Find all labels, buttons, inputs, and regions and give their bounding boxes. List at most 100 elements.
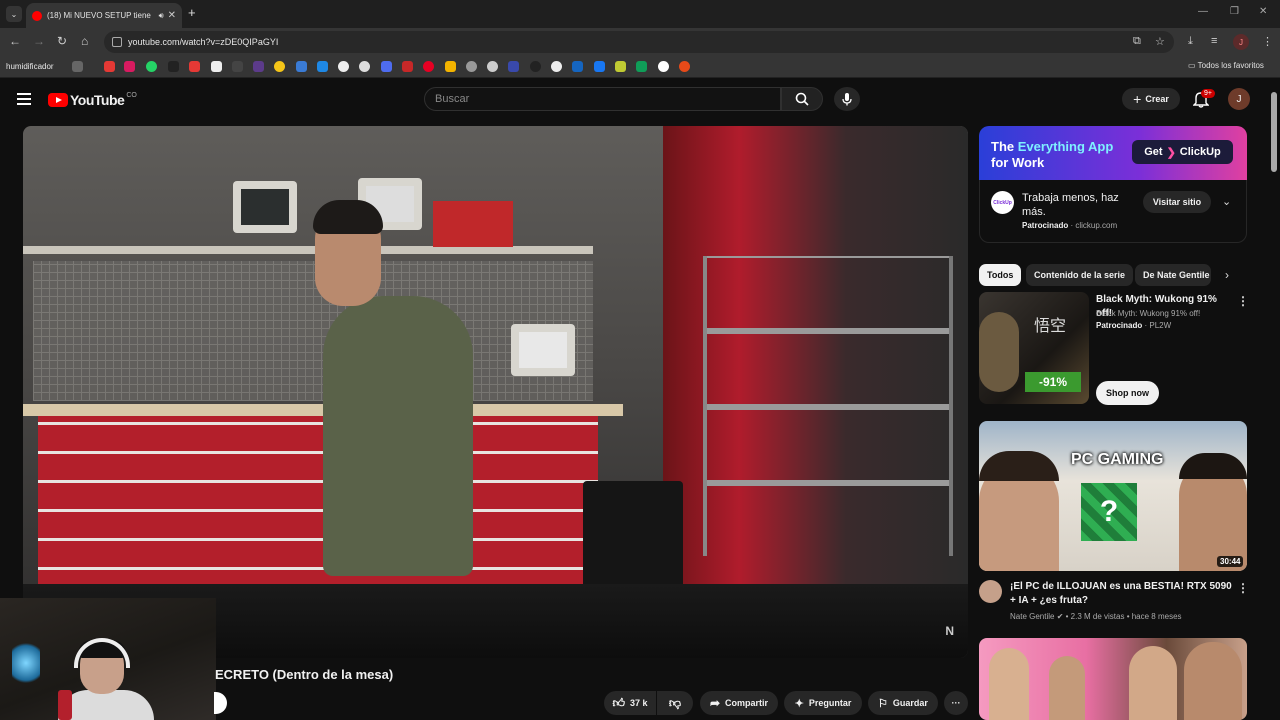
bookmark-humidificador[interactable]: humidificador xyxy=(6,62,54,71)
thumb-person xyxy=(1184,642,1242,720)
wukong-title-art: 悟空 xyxy=(1034,316,1067,335)
bookmark-icon[interactable] xyxy=(551,61,562,72)
bookmark-icon[interactable] xyxy=(508,61,519,72)
bookmark-icon[interactable] xyxy=(168,61,179,72)
thumb-person-right-hair xyxy=(1179,453,1247,479)
bookmark-icon[interactable] xyxy=(445,61,456,72)
chip-de-nate-gentile[interactable]: De Nate Gentile xyxy=(1135,264,1211,286)
rec-subtitle: Black Myth: Wukong 91% off! xyxy=(1096,309,1201,318)
new-tab-button[interactable]: + xyxy=(188,5,196,20)
rec-thumbnail[interactable] xyxy=(979,638,1247,720)
bookmark-icon[interactable] xyxy=(211,61,222,72)
bookmark-icon[interactable] xyxy=(104,61,115,72)
account-avatar[interactable]: J xyxy=(1228,88,1250,110)
search-button[interactable] xyxy=(781,87,823,111)
microphone-icon xyxy=(842,93,852,106)
tab-list-button[interactable]: ⌄ xyxy=(6,6,22,22)
dislike-button[interactable]: 👎︎ xyxy=(657,691,693,715)
shop-now-button[interactable]: Shop now xyxy=(1096,381,1159,405)
channel-avatar[interactable] xyxy=(979,580,1002,603)
media-icon[interactable]: ≡ xyxy=(1211,35,1217,47)
bookmark-save-icon: ⚐ xyxy=(878,697,888,710)
back-icon[interactable]: ← xyxy=(9,34,21,48)
notification-badge: 9+ xyxy=(1201,89,1215,98)
bookmark-icon[interactable] xyxy=(658,61,669,72)
share-button[interactable]: ➦ Compartir xyxy=(700,691,778,715)
download-icon[interactable]: ⤓ xyxy=(1188,35,1193,48)
bookmark-icon[interactable] xyxy=(338,61,349,72)
window-close-icon[interactable]: ✕ xyxy=(1259,6,1267,17)
bookmark-icon[interactable] xyxy=(381,61,392,72)
bookmark-icon[interactable] xyxy=(615,61,626,72)
chip-todos[interactable]: Todos xyxy=(979,264,1022,286)
youtube-favicon-icon xyxy=(32,10,42,21)
forward-icon[interactable]: → xyxy=(33,34,45,48)
video-scene-drawers xyxy=(38,416,598,596)
bookmark-icon[interactable] xyxy=(487,61,498,72)
bookmark-icon[interactable] xyxy=(189,61,200,72)
youtube-logo[interactable]: YouTube CO xyxy=(48,92,137,108)
browser-profile-avatar[interactable]: J xyxy=(1233,34,1249,50)
bookmark-icon[interactable] xyxy=(402,61,413,72)
bookmark-icon[interactable] xyxy=(359,61,370,72)
bookmark-icon[interactable] xyxy=(423,61,434,72)
minimize-icon[interactable]: — xyxy=(1198,6,1208,17)
bookmark-star-icon[interactable]: ☆ xyxy=(1155,35,1165,48)
bookmark-icon[interactable] xyxy=(636,61,647,72)
all-bookmarks-folder[interactable]: ▭ Todos los favoritos xyxy=(1188,61,1264,70)
rec-thumbnail[interactable]: PC GAMING ? xyxy=(979,421,1247,571)
restore-icon[interactable]: ❐ xyxy=(1230,6,1239,17)
chevron-down-icon[interactable]: ⌄ xyxy=(1222,195,1231,208)
bookmark-icon[interactable] xyxy=(124,61,135,72)
rec-more-icon[interactable]: ⋮ xyxy=(1237,294,1249,308)
ad-get-clickup-button[interactable]: Get ❯ ClickUp xyxy=(1132,140,1233,164)
ask-button[interactable]: ✦ Preguntar xyxy=(784,691,862,715)
video-scene-monitor xyxy=(511,324,575,376)
bookmark-icon[interactable] xyxy=(296,61,307,72)
save-button[interactable]: ⚐ Guardar xyxy=(868,691,938,715)
bookmark-icon[interactable] xyxy=(466,61,477,72)
more-actions-button[interactable]: ··· xyxy=(944,691,968,715)
browser-tab[interactable]: (18) Mi NUEVO SETUP tiene 🔊︎ ✕ xyxy=(26,3,182,28)
video-player[interactable]: N xyxy=(23,126,968,658)
close-tab-icon[interactable]: ✕ xyxy=(168,10,176,21)
create-button[interactable]: + Crear xyxy=(1122,88,1180,110)
bookmark-icon[interactable] xyxy=(274,61,285,72)
speaker-icon[interactable]: 🔊︎ xyxy=(159,11,164,21)
home-icon[interactable]: ⌂ xyxy=(81,34,88,48)
browser-menu-icon[interactable]: ⋮ xyxy=(1262,35,1273,48)
bookmark-icon[interactable] xyxy=(679,61,690,72)
guide-menu-icon[interactable] xyxy=(17,93,31,105)
plus-icon: + xyxy=(1133,91,1142,107)
bookmark-icon[interactable] xyxy=(594,61,605,72)
like-button[interactable]: 👍︎ 37 k xyxy=(604,691,656,715)
bookmark-icon[interactable] xyxy=(232,61,243,72)
bookmark-icon[interactable] xyxy=(146,61,157,72)
reload-icon[interactable]: ↻ xyxy=(57,34,67,48)
video-title: ECRETO (Dentro de la mesa) xyxy=(215,667,394,682)
video-scene-case xyxy=(583,481,683,591)
chip-contenido-serie[interactable]: Contenido de la serie xyxy=(1026,264,1134,286)
address-bar[interactable]: youtube.com/watch?v=zDE0QIPaGYI xyxy=(104,31,1174,53)
video-scene-grid xyxy=(33,261,593,401)
page-scrollbar[interactable] xyxy=(1271,92,1277,172)
url-text: youtube.com/watch?v=zDE0QIPaGYI xyxy=(128,37,279,47)
rec-sponsor: Patrocinado · PL2W xyxy=(1096,321,1172,330)
site-info-icon[interactable] xyxy=(112,37,122,47)
youtube-play-icon xyxy=(48,93,68,107)
bookmark-icon[interactable] xyxy=(317,61,328,72)
apps-grid-icon[interactable] xyxy=(72,61,83,72)
subscribe-button-partial[interactable] xyxy=(214,692,227,714)
chevron-right-icon[interactable]: › xyxy=(1225,268,1229,282)
bookmark-icon[interactable] xyxy=(572,61,583,72)
search-input[interactable]: Buscar xyxy=(424,87,781,111)
voice-search-button[interactable] xyxy=(834,87,860,111)
bookmark-icon[interactable] xyxy=(253,61,264,72)
channel-watermark-icon[interactable]: N xyxy=(945,624,954,638)
visit-site-button[interactable]: Visitar sitio xyxy=(1143,191,1211,213)
bookmark-icon[interactable] xyxy=(530,61,541,72)
rec-thumbnail[interactable]: 悟空 -91% xyxy=(979,292,1089,404)
cast-icon[interactable]: ⧉ xyxy=(1133,35,1141,48)
rec-title[interactable]: ¡El PC de ILLOJUAN es una BESTIA! RTX 50… xyxy=(1010,580,1232,608)
rec-more-icon[interactable]: ⋮ xyxy=(1237,581,1249,595)
